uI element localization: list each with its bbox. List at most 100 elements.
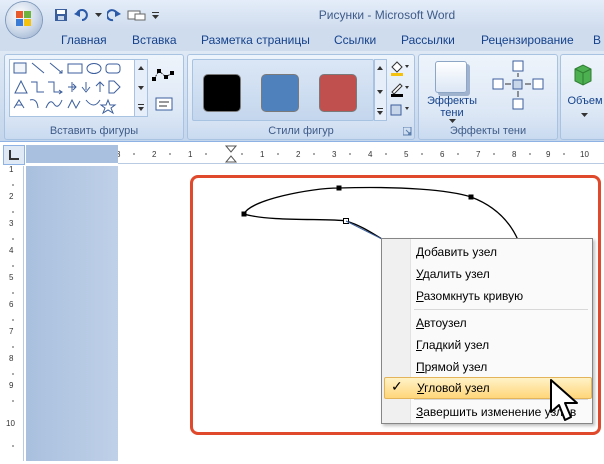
shadow-effects-button[interactable]: Эффекты тени [423, 57, 481, 123]
tab-page-layout[interactable]: Разметка страницы [201, 33, 310, 47]
text-box-icon [155, 97, 173, 111]
ruler-label: 9 [9, 381, 14, 390]
ruler-label: 3 [9, 219, 14, 228]
ruler-label: 7 [9, 327, 14, 336]
shapes-gallery-icons [13, 62, 121, 115]
ruler-label: 2 [9, 192, 14, 201]
pen-icon [391, 83, 409, 97]
shadow-nudge-icons[interactable] [485, 59, 551, 119]
checkmark-icon: ✓ [391, 378, 403, 394]
group-label: Вставить фигуры [49, 125, 139, 137]
ruler-ticks: 3 2 1 1 2 3 4 5 6 7 8 9 10 [116, 145, 589, 163]
style-swatch-red[interactable] [319, 74, 357, 112]
ruler-label: 2 [296, 150, 301, 159]
style-swatch-blue[interactable] [261, 74, 299, 112]
ruler-label: 4 [9, 246, 14, 255]
shape-styles-scroll[interactable] [374, 59, 387, 121]
hanging-indent-marker[interactable] [224, 155, 238, 163]
volume-label: Объем [567, 95, 603, 107]
ruler-label: 9 [546, 150, 551, 159]
ruler-label: 8 [512, 150, 517, 159]
menu-item-label: Добавить узел [416, 245, 498, 259]
chevron-down-icon [581, 113, 588, 117]
menu-item-label: Угловой узел [417, 381, 490, 395]
scroll-arrows-icon [377, 66, 383, 115]
3d-cube-icon [574, 64, 592, 86]
ruler-ticks: 1 2 3 4 5 6 7 8 9 10 [6, 165, 15, 447]
menu-item-label: Разомкнуть кривую [416, 289, 524, 303]
tab-selector[interactable] [3, 145, 25, 165]
ruler-label: 10 [580, 150, 589, 159]
menu-item-label: Гладкий узел [416, 338, 490, 352]
tab-references[interactable]: Ссылки [334, 33, 376, 47]
ruler-label: 8 [9, 354, 14, 363]
ruler-label: 10 [6, 419, 15, 428]
scroll-arrows-icon [138, 66, 144, 111]
menu-item-open-path[interactable]: Разомкнуть кривую [384, 286, 590, 306]
menu-item-delete-point[interactable]: Удалить узел [384, 264, 590, 284]
document-background [26, 166, 118, 461]
chevron-down-icon [449, 119, 456, 123]
shadow-nudge-controls [485, 59, 551, 119]
title-bar: Рисунки - Microsoft Word [0, 0, 604, 30]
style-swatch-black[interactable] [203, 74, 241, 112]
shapes-gallery [9, 59, 135, 117]
group-volume: Объем [560, 54, 604, 140]
shapes-gallery-scroll[interactable] [134, 59, 148, 117]
shape-outline-button[interactable] [388, 80, 410, 98]
menu-item-label: Удалить узел [416, 267, 490, 281]
ruler-label: 5 [404, 150, 409, 159]
ruler-label: 1 [188, 150, 193, 159]
change-shape-icon [390, 104, 409, 116]
tab-mailings[interactable]: Рассылки [401, 33, 455, 47]
ribbon: Вставить фигуры Стили фигур Эффекты тени… [0, 51, 604, 142]
tab-home[interactable]: Главная [61, 33, 107, 47]
office-logo-icon [16, 11, 32, 27]
ruler-label: 1 [260, 150, 265, 159]
mouse-pointer-icon [550, 379, 578, 421]
edit-points-icon [152, 69, 174, 81]
paint-bucket-icon [391, 61, 409, 76]
shadow-effects-icon [435, 61, 467, 93]
vertical-ruler[interactable]: 1 2 3 4 5 6 7 8 9 10 [3, 165, 24, 461]
ruler-label: 1 [9, 166, 14, 174]
shadow-effects-label: Эффекты тени [426, 95, 477, 119]
text-box-button[interactable] [155, 97, 175, 113]
ruler-label: 6 [440, 150, 445, 159]
menu-item-smooth-point[interactable]: Гладкий узел [384, 335, 590, 355]
group-label: Стили фигур [268, 125, 334, 137]
tab-insert[interactable]: Вставка [132, 33, 177, 47]
ruler-label: 3 [118, 150, 121, 159]
ribbon-tabs: Главная Вставка Разметка страницы Ссылки… [0, 30, 604, 51]
horizontal-ruler[interactable]: 3 2 1 1 2 3 4 5 6 7 8 9 10 [116, 145, 604, 164]
menu-separator [414, 309, 588, 310]
change-shape-button[interactable] [388, 101, 410, 119]
tab-review[interactable]: Рецензирование [481, 33, 574, 47]
group-shape-styles: Стили фигур [187, 54, 415, 140]
office-button[interactable] [6, 2, 42, 38]
tab-view[interactable]: В [593, 33, 601, 47]
shape-styles-gallery [192, 59, 374, 121]
shape-fill-button[interactable] [388, 59, 410, 77]
left-tab-icon [9, 150, 19, 160]
ruler-label: 5 [9, 273, 14, 282]
group-label: Эффекты тени [449, 125, 527, 137]
dialog-launcher-icon[interactable] [403, 127, 412, 136]
ruler-label: 2 [152, 150, 157, 159]
menu-item-label: Прямой узел [416, 360, 488, 374]
first-line-indent-marker[interactable] [224, 145, 238, 153]
menu-item-add-point[interactable]: Добавить узел [384, 242, 590, 262]
menu-item-straight-point[interactable]: Прямой узел [384, 357, 590, 377]
edit-shape-button[interactable] [151, 67, 177, 89]
ruler-label: 6 [9, 300, 14, 309]
group-shadow-effects: Эффекты тени Эффекты тени [418, 54, 558, 140]
window-title: Рисунки - Microsoft Word [318, 8, 456, 22]
volume-button[interactable]: Объем [563, 57, 604, 121]
menu-item-auto-point[interactable]: Автоузел [384, 313, 590, 333]
ruler-label: 3 [332, 150, 337, 159]
ruler-label: 4 [368, 150, 373, 159]
ruler-margin [26, 145, 118, 163]
group-insert-shapes: Вставить фигуры [4, 54, 184, 140]
menu-item-label: Автоузел [416, 316, 467, 330]
ruler-label: 7 [476, 150, 481, 159]
